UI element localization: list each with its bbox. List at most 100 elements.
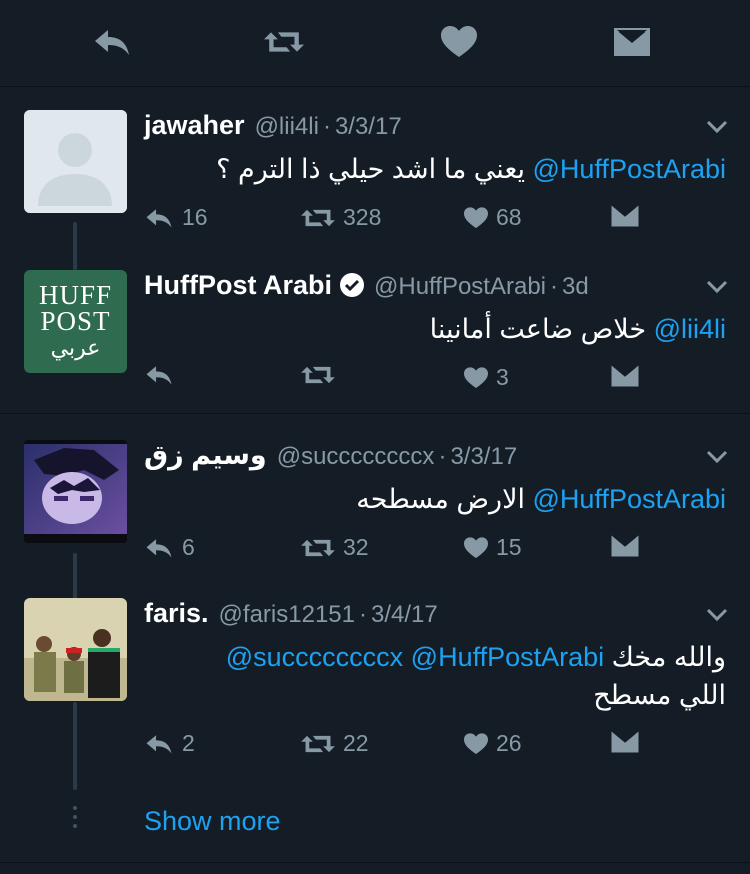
avatar[interactable] xyxy=(24,440,127,543)
reply-button[interactable]: 6 xyxy=(144,534,195,561)
tweet-action-bar xyxy=(0,0,750,87)
reply-button[interactable]: 2 xyxy=(144,730,195,757)
reply-button[interactable] xyxy=(144,364,174,386)
tweet-actions: 3 xyxy=(144,364,726,400)
like-icon xyxy=(464,732,488,754)
timestamp[interactable]: 3/3/17 xyxy=(450,443,517,471)
separator-dot: · xyxy=(550,273,558,300)
dm-button[interactable] xyxy=(610,204,640,228)
reply-count: 2 xyxy=(182,730,195,756)
like-button[interactable]: 3 xyxy=(464,364,509,391)
tweet-header: faris. @faris12151 · 3/4/17 xyxy=(144,598,438,634)
mention-link[interactable]: @HuffPostArabi xyxy=(533,484,727,514)
retweet-icon xyxy=(301,735,335,752)
reply-count: 6 xyxy=(182,534,195,560)
display-name[interactable]: وسيم زق xyxy=(144,440,267,471)
like-icon[interactable] xyxy=(439,26,479,58)
tweet[interactable]: HUFF POST عربي HuffPost Arabi @HuffPostA… xyxy=(0,270,750,410)
like-icon xyxy=(464,536,488,558)
like-count: 26 xyxy=(496,730,522,756)
username[interactable]: @faris12151 xyxy=(219,601,355,629)
tweet-text: @lii4li خلاص ضاعت أمانينا xyxy=(144,310,726,348)
reply-button[interactable]: 16 xyxy=(144,204,208,231)
tweet-header: HuffPost Arabi @HuffPostArabi · 3d xyxy=(144,270,589,306)
tweet-text-content: الارض مسطحه xyxy=(356,484,525,514)
timestamp[interactable]: 3/4/17 xyxy=(371,601,438,629)
avatar[interactable] xyxy=(24,598,127,701)
chevron-down-icon[interactable] xyxy=(706,120,728,134)
show-more-link[interactable]: Show more xyxy=(144,806,281,837)
tweet-actions: 2 22 26 xyxy=(144,730,726,766)
logo-text: عربي xyxy=(50,335,101,360)
dm-icon[interactable] xyxy=(612,26,652,58)
logo-text: POST xyxy=(40,306,111,336)
tweet[interactable]: jawaher @lii4li · 3/3/17 @HuffPostArabi … xyxy=(0,110,750,250)
username[interactable]: @lii4li xyxy=(255,113,319,141)
tweet-header: jawaher @lii4li · 3/3/17 xyxy=(144,110,402,146)
tweet-header: وسيم زق @succccccccx · 3/3/17 xyxy=(144,440,517,476)
chevron-down-icon[interactable] xyxy=(706,450,728,464)
like-count: 3 xyxy=(496,364,509,390)
tweet-actions: 6 32 15 xyxy=(144,534,726,570)
display-name[interactable]: faris. xyxy=(144,598,209,629)
dm-icon xyxy=(611,535,639,557)
reply-icon[interactable] xyxy=(92,26,132,58)
dm-button[interactable] xyxy=(610,534,640,558)
tweet[interactable]: faris. @faris12151 · 3/4/17 والله مخك @H… xyxy=(0,598,750,778)
dm-icon xyxy=(611,731,639,753)
bottom-divider xyxy=(0,862,750,863)
like-button[interactable]: 68 xyxy=(464,204,522,231)
photo-avatar-image xyxy=(24,598,127,701)
mention-link[interactable]: @succccccccx xyxy=(226,642,403,672)
like-button[interactable]: 15 xyxy=(464,534,522,561)
separator-dot: · xyxy=(322,113,331,140)
mention-link[interactable]: @lii4li xyxy=(654,314,726,344)
like-icon xyxy=(464,366,488,388)
reply-icon xyxy=(146,734,172,754)
tweet-text: والله مخك @HuffPostArabi @succccccccx ال… xyxy=(144,638,726,714)
tweet-text: @HuffPostArabi يعني ما اشد حيلي ذا الترم… xyxy=(144,150,726,188)
like-count: 15 xyxy=(496,534,522,560)
retweet-count: 22 xyxy=(343,730,369,756)
reply-icon xyxy=(146,538,172,558)
retweet-icon[interactable] xyxy=(264,26,304,58)
like-button[interactable]: 26 xyxy=(464,730,522,757)
chevron-down-icon[interactable] xyxy=(706,608,728,622)
display-name[interactable]: HuffPost Arabi xyxy=(144,270,332,301)
timestamp[interactable]: 3/3/17 xyxy=(335,113,402,141)
more-dots-icon xyxy=(71,806,79,832)
username[interactable]: @succccccccx xyxy=(277,443,435,471)
separator-dot: · xyxy=(438,443,447,470)
username[interactable]: @HuffPostArabi xyxy=(374,273,546,301)
avatar[interactable]: HUFF POST عربي xyxy=(24,270,127,373)
mention-link[interactable]: @HuffPostArabi xyxy=(411,642,605,672)
retweet-button[interactable] xyxy=(301,364,335,386)
tweet-text-content: يعني ما اشد حيلي ذا الترم ؟ xyxy=(216,154,525,184)
huffpost-logo: HUFF POST عربي xyxy=(24,270,127,362)
timestamp[interactable]: 3d xyxy=(562,273,589,301)
retweet-icon xyxy=(301,539,335,556)
retweet-icon xyxy=(301,209,335,226)
retweet-count: 328 xyxy=(343,204,382,230)
tweet-actions: 16 328 68 xyxy=(144,204,726,240)
retweet-button[interactable]: 32 xyxy=(301,534,369,561)
avatar[interactable] xyxy=(24,110,127,213)
tweet-text-content: خلاص ضاعت أمانينا xyxy=(429,314,647,344)
tweet-text: @HuffPostArabi الارض مسطحه xyxy=(144,480,726,518)
like-count: 68 xyxy=(496,204,522,230)
logo-text: HUFF xyxy=(38,280,113,310)
dm-button[interactable] xyxy=(610,730,640,754)
chevron-down-icon[interactable] xyxy=(706,280,728,294)
dm-button[interactable] xyxy=(610,364,640,388)
retweet-count: 32 xyxy=(343,534,369,560)
conversation-divider xyxy=(0,413,750,414)
anime-avatar-image xyxy=(24,440,127,543)
reply-icon xyxy=(146,366,172,385)
reply-count: 16 xyxy=(182,204,208,230)
mention-link[interactable]: @HuffPostArabi xyxy=(533,154,727,184)
retweet-button[interactable]: 328 xyxy=(301,204,381,231)
tweet-text-content: والله مخك xyxy=(611,642,726,672)
retweet-button[interactable]: 22 xyxy=(301,730,369,757)
tweet[interactable]: وسيم زق @succccccccx · 3/3/17 @HuffPostA… xyxy=(0,440,750,580)
display-name[interactable]: jawaher xyxy=(144,110,245,141)
